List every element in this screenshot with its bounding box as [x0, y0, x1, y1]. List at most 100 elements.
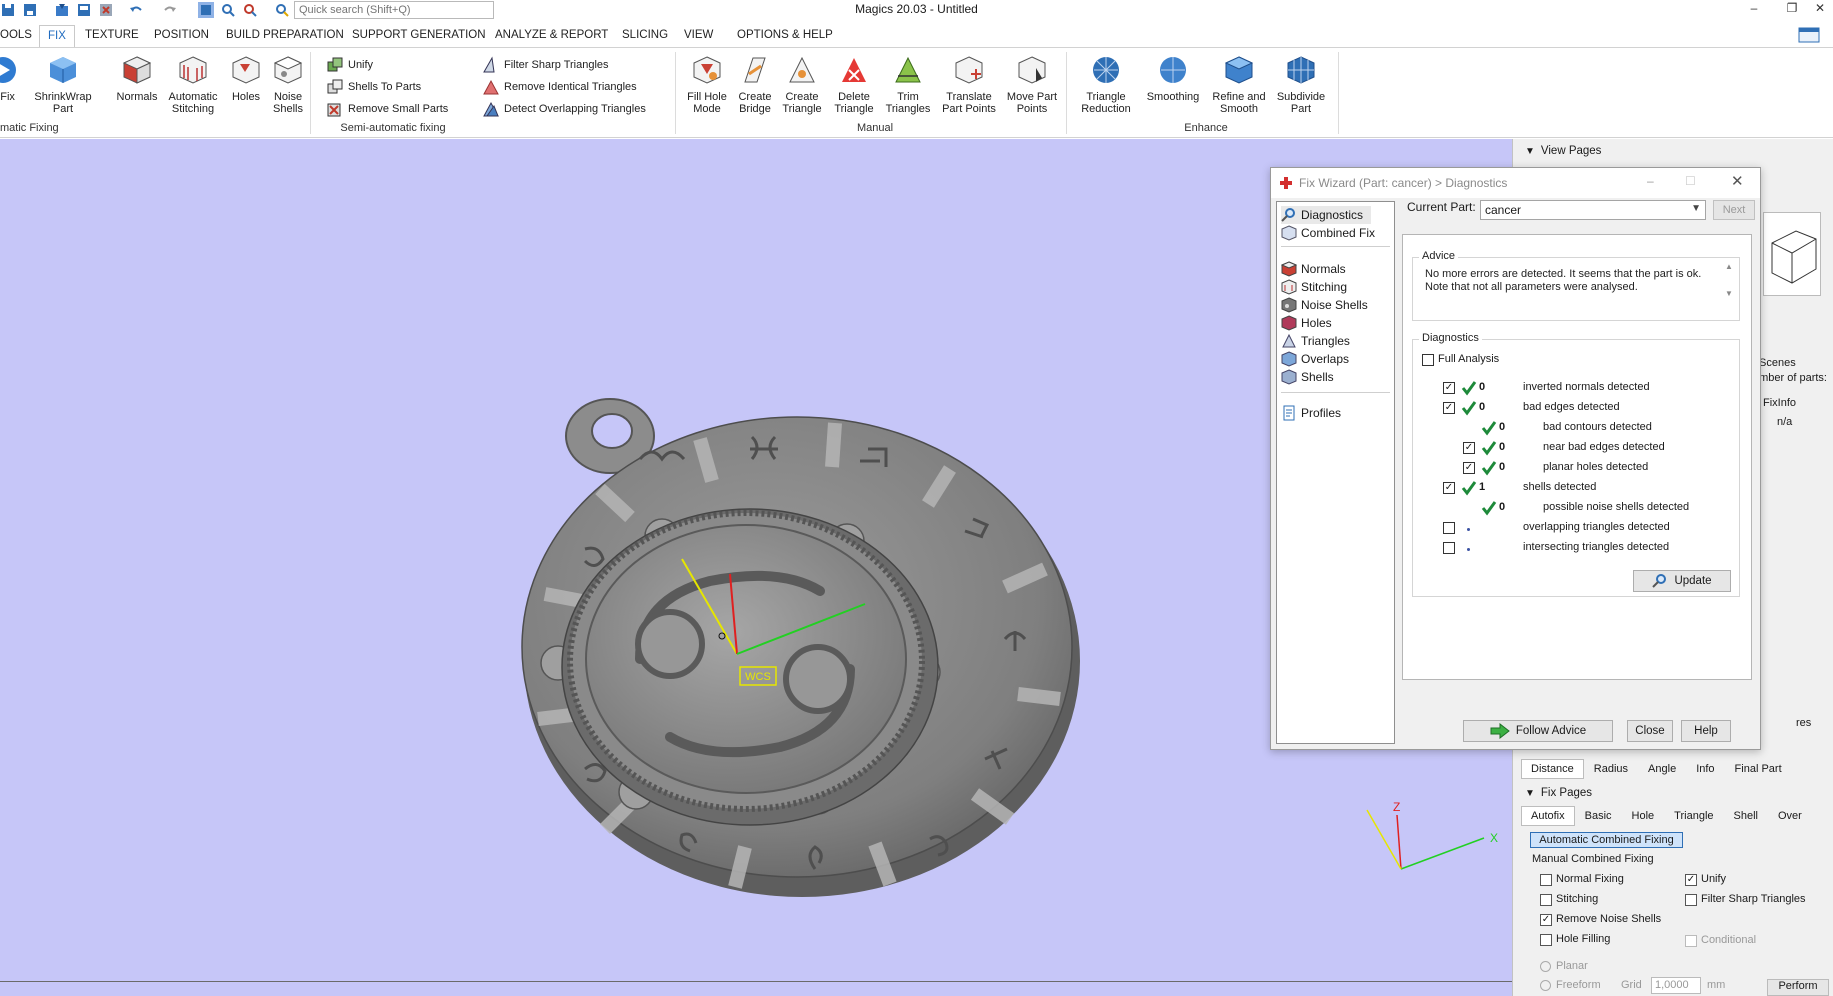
tab-triangle[interactable]: Triangle: [1664, 806, 1723, 826]
stitching-label: Stitching: [1556, 893, 1599, 905]
tab-analyze-report[interactable]: ANALYZE & REPORT: [495, 29, 608, 41]
overlapping-triangles-checkbox[interactable]: [1443, 522, 1455, 534]
grid-input[interactable]: 1,0000: [1651, 977, 1701, 994]
collapse-icon[interactable]: ▼: [1525, 146, 1535, 157]
diagnostics-title: Diagnostics: [1419, 332, 1482, 344]
nav-triangles[interactable]: Triangles: [1281, 332, 1350, 350]
refine-and-smooth-button[interactable]: Refine and Smooth: [1209, 54, 1269, 115]
noise-shells-button[interactable]: Noise Shells: [260, 54, 316, 115]
close-window-button[interactable]: ✕: [1808, 1, 1832, 17]
nav-diagnostics[interactable]: Diagnostics: [1281, 206, 1372, 224]
tab-shell[interactable]: Shell: [1724, 806, 1768, 826]
minimize-button[interactable]: –: [1742, 1, 1766, 17]
tab-view[interactable]: VIEW: [684, 29, 713, 41]
nav-profiles[interactable]: Profiles: [1281, 404, 1341, 422]
triangle-reduction-button[interactable]: Triangle Reduction: [1078, 54, 1134, 115]
tab-hole[interactable]: Hole: [1622, 806, 1665, 826]
translate-part-points-button[interactable]: Translate Part Points: [940, 54, 998, 115]
bad-edges-checkbox[interactable]: ✓: [1443, 402, 1455, 414]
autofix-button[interactable]: toFix: [0, 54, 28, 103]
unify-checkbox[interactable]: ✓: [1685, 874, 1697, 886]
view-pages-header[interactable]: ▼ View Pages: [1525, 145, 1601, 157]
close-button[interactable]: Close: [1627, 720, 1673, 742]
tab-overlaps[interactable]: Over: [1768, 806, 1812, 826]
delete-triangle-button[interactable]: Delete Triangle: [825, 54, 883, 115]
overlapping-triangles-label: overlapping triangles detected: [1523, 521, 1670, 533]
nav-shells[interactable]: Shells: [1281, 368, 1334, 386]
tab-info[interactable]: Info: [1686, 759, 1724, 779]
detect-overlapping-triangles-button[interactable]: Detect Overlapping Triangles: [482, 100, 646, 118]
fix-tabs: Autofix Basic Hole Triangle Shell Over: [1521, 806, 1812, 826]
triad-z-label: Z: [1393, 800, 1400, 814]
tab-options-help[interactable]: OPTIONS & HELP: [737, 29, 833, 41]
collapse-icon[interactable]: ▼: [1525, 788, 1535, 799]
minimize-icon[interactable]: –: [1647, 174, 1654, 188]
tab-basic[interactable]: Basic: [1575, 806, 1622, 826]
planar-holes-checkbox[interactable]: ✓: [1463, 462, 1475, 474]
current-part-select[interactable]: cancer ▼: [1480, 200, 1706, 220]
help-button[interactable]: Help: [1681, 720, 1731, 742]
remove-small-parts-button[interactable]: Remove Small Parts: [326, 100, 448, 118]
follow-advice-button[interactable]: Follow Advice: [1463, 720, 1613, 742]
fix-pages-header[interactable]: ▼ Fix Pages: [1525, 787, 1592, 799]
check-icon: [1461, 381, 1477, 396]
conditional-checkbox[interactable]: [1685, 935, 1697, 947]
nav-normals[interactable]: Normals: [1281, 260, 1346, 278]
nav-overlaps[interactable]: Overlaps: [1281, 350, 1349, 368]
restore-button[interactable]: ❐: [1780, 1, 1804, 17]
next-button[interactable]: Next: [1713, 200, 1755, 220]
tab-angle[interactable]: Angle: [1638, 759, 1686, 779]
shells-to-parts-button[interactable]: Shells To Parts: [326, 78, 421, 96]
nav-combined-fix[interactable]: Combined Fix: [1281, 224, 1375, 242]
tab-tools[interactable]: OOLS: [0, 29, 32, 41]
planar-radio[interactable]: [1540, 961, 1551, 972]
tab-texture[interactable]: TEXTURE: [85, 29, 139, 41]
shells-checkbox[interactable]: ✓: [1443, 482, 1455, 494]
hole-filling-checkbox[interactable]: [1540, 934, 1552, 946]
intersecting-triangles-checkbox[interactable]: [1443, 542, 1455, 554]
tab-build-preparation[interactable]: BUILD PREPARATION: [226, 29, 344, 41]
normal-fixing-checkbox[interactable]: [1540, 874, 1552, 886]
maximize-icon[interactable]: ☐: [1685, 174, 1696, 188]
trim-triangles-button[interactable]: Trim Triangles: [879, 54, 937, 115]
tab-radius[interactable]: Radius: [1584, 759, 1638, 779]
nav-holes[interactable]: Holes: [1281, 314, 1332, 332]
remove-noise-shells-checkbox[interactable]: ✓: [1540, 914, 1552, 926]
shrinkwrap-part-button[interactable]: ShrinkWrap Part: [34, 54, 92, 115]
filter-sharp-triangles-checkbox[interactable]: [1685, 894, 1697, 906]
view-cube-preview[interactable]: [1763, 212, 1821, 296]
perform-button[interactable]: Perform: [1767, 979, 1829, 996]
tab-fix[interactable]: FIX: [39, 25, 75, 49]
full-analysis-checkbox[interactable]: [1422, 354, 1434, 366]
layout-icon[interactable]: [1798, 25, 1820, 48]
tab-support-generation[interactable]: SUPPORT GENERATION: [352, 29, 486, 41]
near-bad-edges-count: 0: [1499, 441, 1506, 453]
update-button[interactable]: Update: [1633, 570, 1731, 592]
near-bad-edges-checkbox[interactable]: ✓: [1463, 442, 1475, 454]
tab-position[interactable]: POSITION: [154, 29, 209, 41]
filter-sharp-triangles-button[interactable]: Filter Sharp Triangles: [482, 56, 609, 74]
create-triangle-button[interactable]: Create Triangle: [773, 54, 831, 115]
nav-stitching[interactable]: Stitching: [1281, 278, 1347, 296]
advice-scrollbar[interactable]: ▲ ▼: [1723, 262, 1735, 312]
subdivide-part-button[interactable]: Subdivide Part: [1273, 54, 1329, 115]
nav-noise-shells[interactable]: Noise Shells: [1281, 296, 1368, 314]
close-icon[interactable]: ✕: [1731, 172, 1744, 190]
remove-identical-triangles-button[interactable]: Remove Identical Triangles: [482, 78, 637, 96]
stitching-checkbox[interactable]: [1540, 894, 1552, 906]
unify-button[interactable]: Unify: [326, 56, 373, 74]
tab-autofix[interactable]: Autofix: [1521, 806, 1575, 826]
tab-final-part[interactable]: Final Part: [1725, 759, 1792, 779]
bad-edges-label: bad edges detected: [1523, 401, 1620, 413]
inverted-normals-checkbox[interactable]: ✓: [1443, 382, 1455, 394]
normals-button[interactable]: Normals: [108, 54, 166, 103]
smoothing-button[interactable]: Smoothing: [1144, 54, 1202, 103]
automatic-combined-fixing-button[interactable]: Automatic Combined Fixing: [1530, 832, 1683, 848]
freeform-radio[interactable]: [1540, 980, 1551, 991]
shells-icon: [1281, 369, 1297, 385]
number-of-parts-label: umber of parts:: [1753, 372, 1827, 384]
tab-slicing[interactable]: SLICING: [622, 29, 668, 41]
move-part-points-button[interactable]: Move Part Points: [1003, 54, 1061, 115]
tab-distance[interactable]: Distance: [1521, 759, 1584, 779]
automatic-stitching-button[interactable]: Automatic Stitching: [164, 54, 222, 115]
